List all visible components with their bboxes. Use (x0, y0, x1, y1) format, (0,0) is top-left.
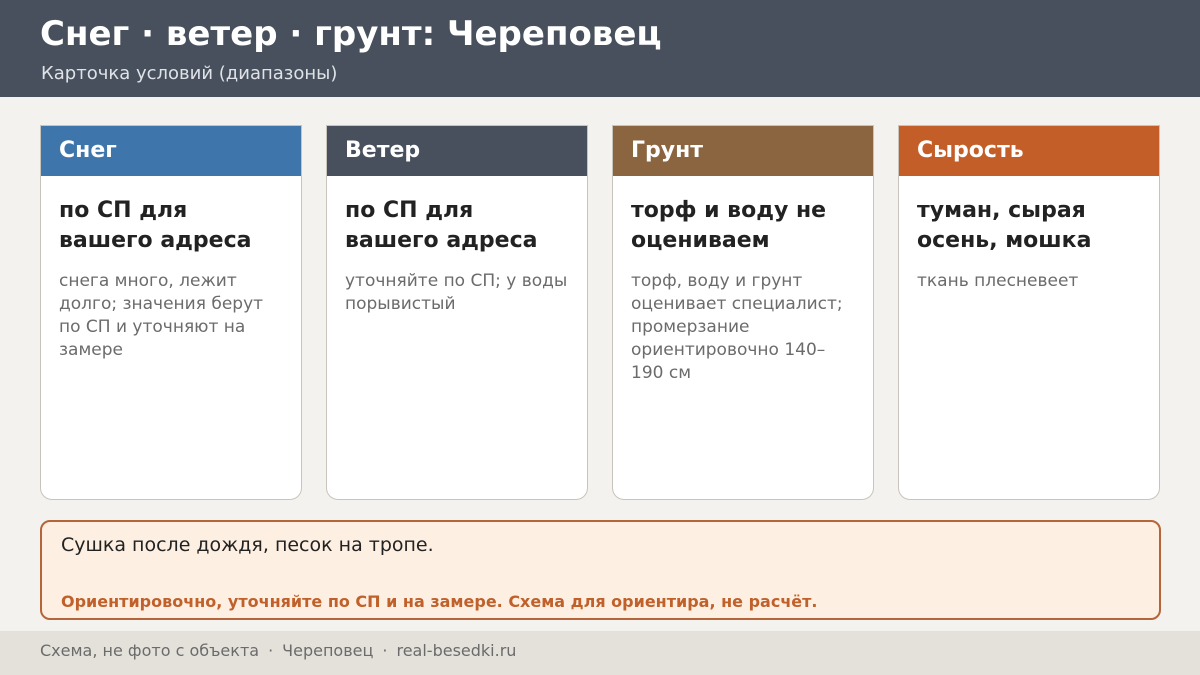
footer-separator: · (382, 641, 388, 660)
card-description: торф, воду и грунт оценивает специалист;… (631, 271, 843, 383)
card-description: снега много, лежит долго; значения берут… (59, 271, 264, 360)
card-humidity: Сырость туман, сырая осень, мошка ткань … (898, 125, 1160, 500)
card-heading: Сырость (899, 126, 1159, 176)
card-wind: Ветер по СП для вашего адреса уточняйте … (326, 125, 588, 500)
page-title: Снег · ветер · грунт: Череповец (40, 14, 662, 54)
card-description: ткань плесневеет (917, 271, 1079, 291)
card-heading: Грунт (613, 126, 873, 176)
page-subtitle: Карточка условий (диапазоны) (41, 63, 338, 84)
footer-item-city: Череповец (282, 641, 374, 660)
header-bar: Снег · ветер · грунт: Череповец Карточка… (0, 0, 1200, 97)
card-main-text: торф и воду не оцениваем (631, 198, 827, 253)
footer-bar: Схема, не фото с объекта · Череповец · real-… (0, 631, 1200, 675)
footer-item-site[interactable]: real-besedki.ru (396, 641, 516, 660)
footer-text: Схема, не фото с объекта · Череповец · real-… (40, 641, 516, 660)
card-main-text: туман, сырая осень, мошка (917, 198, 1092, 253)
note-box: Сушка после дождя, песок на тропе. Ориен… (40, 520, 1161, 620)
card-heading: Ветер (327, 126, 587, 176)
note-text: Сушка после дождя, песок на тропе. (61, 534, 434, 556)
footer-item-disclaimer: Схема, не фото с объекта (40, 641, 260, 660)
card-main-text: по СП для вашего адреса (59, 198, 252, 253)
card-main-text: по СП для вашего адреса (345, 198, 538, 253)
card-snow: Снег по СП для вашего адреса снега много… (40, 125, 302, 500)
footer-separator: · (268, 641, 274, 660)
card-ground: Грунт торф и воду не оцениваем торф, вод… (612, 125, 874, 500)
card-description: уточняйте по СП; у воды порывистый (345, 271, 568, 314)
card-heading: Снег (41, 126, 301, 176)
note-warning: Ориентировочно, уточняйте по СП и на зам… (61, 592, 818, 611)
